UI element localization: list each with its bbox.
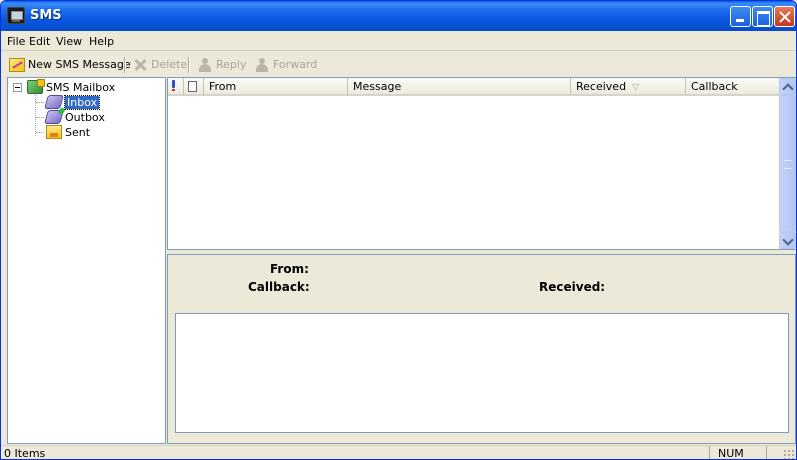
folder-tree[interactable]: SMS Mailbox Inbox Outbox Sent — [7, 77, 166, 444]
tree-item-label: Inbox — [63, 94, 101, 110]
new-sms-message-label: New SMS Message — [28, 58, 131, 71]
status-divider — [709, 446, 710, 459]
resize-grip[interactable] — [783, 449, 794, 459]
window-title: SMS — [30, 8, 62, 23]
tree-item-label: Outbox — [65, 110, 105, 124]
inbox-icon — [44, 95, 64, 109]
menu-edit[interactable]: Edit — [29, 35, 50, 48]
message-list[interactable]: From Message Received ▽ Callback — [167, 77, 796, 250]
list-header: From Message Received ▽ Callback — [168, 78, 779, 96]
collapse-toggle[interactable] — [13, 83, 22, 92]
reply-button[interactable]: Reply — [197, 57, 246, 72]
tree-item-label: Sent — [65, 125, 91, 139]
outbox-icon — [44, 110, 64, 124]
sms-window: SMS File Edit View Help New SMS Message … — [0, 0, 797, 460]
column-received[interactable]: Received ▽ — [571, 78, 686, 95]
item-count: 0 Items — [4, 447, 46, 460]
preview-pane: From: Callback: Received: — [167, 254, 796, 444]
tree-connector — [36, 102, 44, 103]
title-bar[interactable]: SMS — [1, 1, 796, 31]
menu-help[interactable]: Help — [89, 35, 114, 48]
sent-folder-icon — [46, 125, 62, 139]
tree-connector — [36, 132, 44, 133]
scroll-down-button[interactable] — [779, 232, 796, 249]
menu-view[interactable]: View — [56, 35, 82, 48]
tree-item-outbox[interactable]: Outbox — [44, 110, 105, 124]
list-scrollbar[interactable] — [779, 78, 796, 249]
forward-button[interactable]: Forward — [254, 57, 317, 72]
from-label: From: — [270, 262, 309, 276]
column-callback[interactable]: Callback — [686, 78, 779, 95]
scroll-up-button[interactable] — [779, 78, 796, 95]
new-sms-message-button[interactable]: New SMS Message — [9, 57, 131, 72]
column-received-label: Received — [576, 80, 627, 93]
delete-button[interactable]: Delete — [132, 57, 187, 72]
delete-label: Delete — [151, 58, 188, 71]
column-message[interactable]: Message — [348, 78, 571, 95]
sms-app-icon — [7, 7, 25, 24]
document-icon — [188, 81, 197, 92]
delete-icon — [132, 58, 148, 72]
message-body[interactable] — [175, 313, 789, 433]
column-type[interactable] — [184, 78, 204, 95]
toolbar-separator — [188, 57, 190, 73]
received-label: Received: — [539, 280, 606, 294]
maximize-button[interactable] — [752, 6, 773, 27]
forward-label: Forward — [273, 58, 318, 71]
tree-item-label: SMS Mailbox — [46, 80, 116, 94]
menu-bar: File Edit View Help — [1, 32, 796, 51]
tree-item-inbox[interactable]: Inbox — [44, 94, 101, 110]
status-bar: 0 Items NUM — [1, 445, 796, 460]
reply-label: Reply — [216, 58, 247, 71]
minimize-button[interactable] — [730, 6, 751, 27]
toolbar: New SMS Message Delete Reply Forward — [1, 53, 796, 75]
tree-item-sent[interactable]: Sent — [46, 125, 90, 139]
status-divider — [766, 446, 767, 459]
num-lock-indicator: NUM — [718, 447, 744, 460]
sort-descending-icon: ▽ — [632, 83, 639, 93]
tree-connector — [36, 117, 44, 118]
close-button[interactable] — [774, 6, 795, 27]
column-from[interactable]: From — [204, 78, 348, 95]
tree-item-sms-mailbox[interactable]: SMS Mailbox — [27, 79, 116, 94]
forward-icon — [254, 57, 270, 72]
menu-file[interactable]: File — [7, 35, 25, 48]
reply-icon — [197, 57, 213, 72]
new-message-icon — [9, 57, 25, 72]
toolbar-separator — [124, 57, 126, 73]
column-priority[interactable] — [168, 78, 184, 95]
callback-label: Callback: — [248, 280, 310, 294]
mailbox-icon — [27, 79, 45, 94]
priority-icon — [171, 80, 176, 91]
scrollbar-thumb[interactable] — [779, 95, 796, 232]
